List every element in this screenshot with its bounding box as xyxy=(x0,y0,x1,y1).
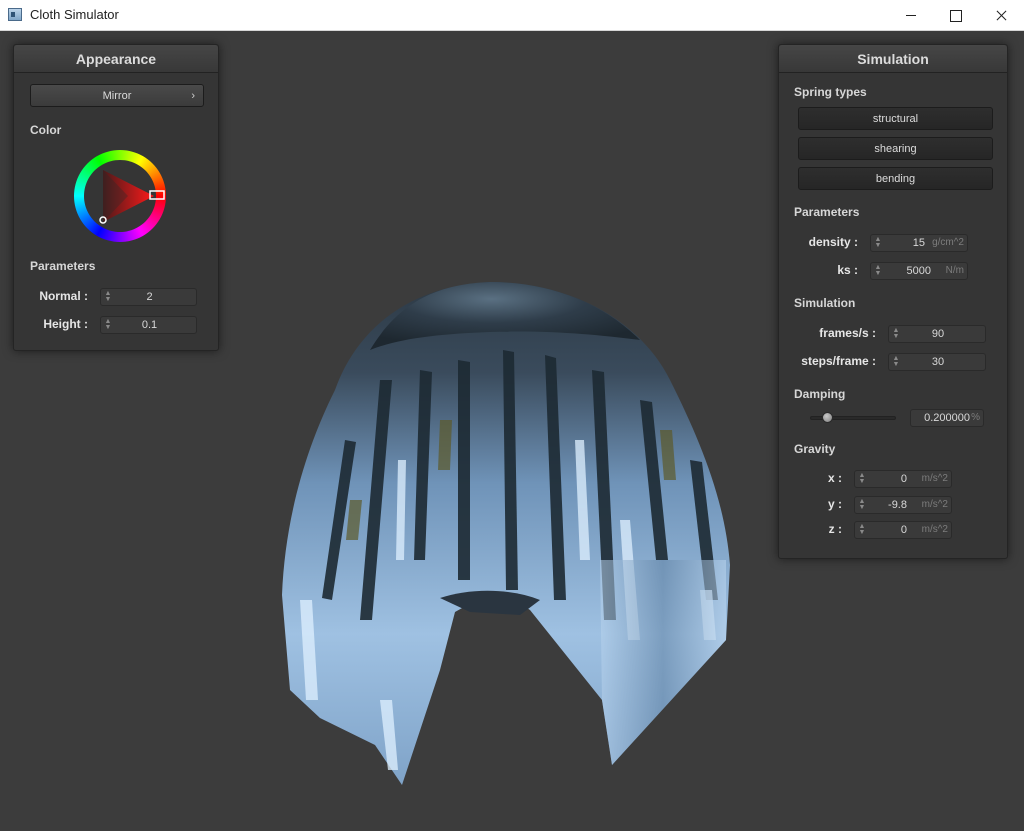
spin-arrows-icon[interactable]: ▲ ▼ xyxy=(858,523,866,536)
spin-arrows-icon[interactable]: ▲ ▼ xyxy=(858,498,866,511)
gravity-y-label: y : xyxy=(827,497,842,511)
gravity-label: Gravity xyxy=(794,442,836,456)
gravity-y-value: -9.8 xyxy=(888,499,907,511)
fps-value: 90 xyxy=(931,328,945,340)
steps-value: 30 xyxy=(931,356,945,368)
height-value: 0.1 xyxy=(141,319,158,331)
simulation-panel-header: Simulation xyxy=(779,45,1007,73)
steps-label: steps/frame : xyxy=(801,354,876,368)
gravity-z-input[interactable]: ▲ ▼ 0 m/s^2 xyxy=(854,521,952,539)
shader-select-label: Mirror xyxy=(102,90,132,102)
simulation-panel: Simulation Spring types structural shear… xyxy=(778,44,1008,559)
gravity-x-input[interactable]: ▲ ▼ 0 m/s^2 xyxy=(854,470,952,488)
minimize-icon[interactable] xyxy=(888,0,934,31)
fps-label: frames/s : xyxy=(819,326,876,340)
gravity-x-unit: m/s^2 xyxy=(921,473,948,484)
color-wheel[interactable] xyxy=(72,148,168,244)
damping-unit: % xyxy=(971,412,980,423)
gravity-y-input[interactable]: ▲ ▼ -9.8 m/s^2 xyxy=(854,496,952,514)
appearance-params-label: Parameters xyxy=(30,259,96,273)
steps-input[interactable]: ▲ ▼ 30 xyxy=(888,353,986,371)
damping-label: Damping xyxy=(794,387,846,401)
ks-value: 5000 xyxy=(906,265,931,277)
spin-arrows-icon[interactable]: ▲ ▼ xyxy=(858,472,866,485)
damping-slider-knob[interactable] xyxy=(822,412,834,423)
structural-toggle[interactable]: structural xyxy=(798,107,993,130)
spin-arrows-icon[interactable]: ▲ ▼ xyxy=(874,264,882,277)
app-icon xyxy=(8,8,22,21)
ks-label: ks : xyxy=(837,263,858,277)
bending-toggle[interactable]: bending xyxy=(798,167,993,190)
shader-select-button[interactable]: Mirror › xyxy=(30,84,204,107)
sim-params-label: Parameters xyxy=(794,205,860,219)
gravity-z-label: z : xyxy=(828,522,842,536)
window-title: Cloth Simulator xyxy=(30,7,119,22)
gravity-z-unit: m/s^2 xyxy=(921,524,948,535)
gravity-z-value: 0 xyxy=(900,524,907,536)
close-icon[interactable] xyxy=(978,0,1024,31)
color-section-label: Color xyxy=(30,123,62,137)
maximize-icon[interactable] xyxy=(932,0,978,31)
appearance-panel: Appearance Mirror › Color Parameters Nor… xyxy=(13,44,219,351)
gravity-x-label: x : xyxy=(827,471,842,485)
ks-unit: N/m xyxy=(945,265,964,276)
spring-types-label: Spring types xyxy=(794,85,867,99)
gravity-y-unit: m/s^2 xyxy=(921,499,948,510)
density-value: 15 xyxy=(912,237,925,249)
density-unit: g/cm^2 xyxy=(932,237,964,248)
density-input[interactable]: ▲ ▼ 15 g/cm^2 xyxy=(870,234,968,252)
height-label: Height : xyxy=(43,317,88,331)
normal-value: 2 xyxy=(146,291,153,303)
simulation-section-label: Simulation xyxy=(794,296,856,310)
window-title-bar: Cloth Simulator xyxy=(0,0,1024,31)
fps-input[interactable]: ▲ ▼ 90 xyxy=(888,325,986,343)
damping-value: 0.200000 xyxy=(924,412,970,424)
appearance-panel-header: Appearance xyxy=(14,45,218,73)
normal-label: Normal : xyxy=(39,289,88,303)
normal-input[interactable]: ▲ ▼ 2 xyxy=(100,288,197,306)
damping-input[interactable]: 0.200000 % xyxy=(910,409,984,427)
ks-input[interactable]: ▲ ▼ 5000 N/m xyxy=(870,262,968,280)
shearing-toggle[interactable]: shearing xyxy=(798,137,993,160)
height-input[interactable]: ▲ ▼ 0.1 xyxy=(100,316,197,334)
density-label: density : xyxy=(808,235,858,249)
gravity-x-value: 0 xyxy=(900,473,907,485)
spin-arrows-icon[interactable]: ▲ ▼ xyxy=(874,236,882,249)
chevron-right-icon: › xyxy=(191,90,195,102)
